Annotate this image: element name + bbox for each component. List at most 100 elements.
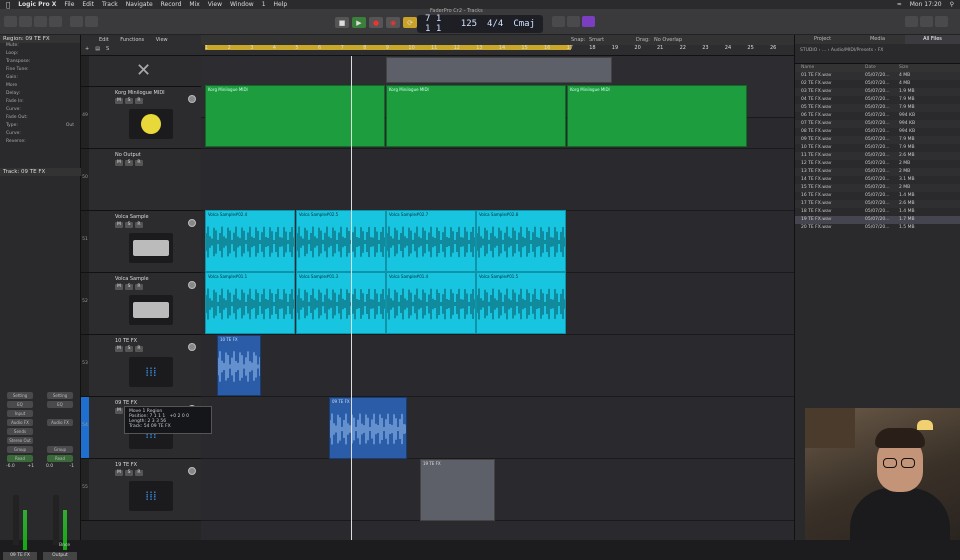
audio-region[interactable]: Volca Sample#01.5 [476,272,566,334]
fx-region-10[interactable]: 10 TE FX [217,335,261,396]
browser-path[interactable]: STUDIO › ... › Audio/MIDI/Presets › FX [795,44,960,64]
mute-button[interactable]: M [115,98,123,104]
wifi-icon[interactable]: ≈ [897,1,902,8]
ruler[interactable]: Snap: Smart Drag: No Overlap 1 2 3 4 5 6 7 8 9 10… [201,35,794,56]
file-row[interactable]: 17 TE FX.wav 05/07/20... 2.6 MB [795,200,960,208]
functions-menu[interactable]: Functions [120,37,144,43]
audio-region[interactable]: Volca Sample#02.4 [205,210,295,272]
drag-select[interactable]: No Overlap [654,37,682,43]
inspector-row[interactable]: Fade Out: [0,115,80,123]
pan-knob[interactable] [188,343,196,351]
menu-record[interactable]: Record [161,1,182,8]
track-header[interactable]: 52 Volca Sample M S R [81,273,201,335]
menu-view[interactable]: View [208,1,222,8]
midi-region[interactable]: Korg Minilogue MIDI [567,85,747,147]
solo-button[interactable]: S [125,160,133,166]
mute-button[interactable]: M [115,222,123,228]
track-header[interactable]: 51 Volca Sample M S R [81,211,201,273]
menu-1[interactable]: 1 [262,1,266,8]
menu-file[interactable]: File [64,1,74,8]
apple-icon[interactable]:  [6,1,10,9]
pan-knob[interactable] [188,95,196,103]
track-name[interactable]: Volca Sample [115,276,149,282]
file-row[interactable]: 12 TE FX.wav 05/07/20... 2 MB [795,160,960,168]
output-audio-fx[interactable]: Audio FX [47,419,73,426]
tab-media[interactable]: Media [850,35,905,44]
strip-sends[interactable]: Sends [7,428,33,435]
file-row[interactable]: 20 TE FX.wav 05/07/20... 1.5 MB [795,224,960,232]
output-eq[interactable]: EQ [47,401,73,408]
record-enable-button[interactable]: R [135,346,143,352]
track-inspector-title[interactable]: Track: 09 TE FX [0,168,81,176]
global-tracks-icon[interactable]: ▤ [95,46,100,52]
solo-button[interactable]: S [125,98,133,104]
browser-button[interactable] [935,16,948,27]
loops-button[interactable] [920,16,933,27]
record-enable-button[interactable]: R [135,98,143,104]
track-header[interactable]: 55 19 TE FX M S R ⁞⁞⁞ [81,459,201,521]
tracks-area[interactable]: Korg Minilogue MIDI Korg Minilogue MIDI … [201,56,794,540]
output-setting[interactable]: Setting [47,392,73,399]
lcd-display[interactable]: 7 1 1 1 125 4/4 Cmaj [417,14,543,34]
mute-button[interactable]: M [115,408,123,414]
notepad-button[interactable] [905,16,918,27]
file-row[interactable]: 14 TE FX.wav 05/07/20... 3.1 MB [795,176,960,184]
inspector-row[interactable]: Type: Out [0,123,80,131]
track-header[interactable]: ✕ [81,56,201,87]
inspector-row[interactable]: Mute: [0,43,80,51]
region-inspector-title[interactable]: Region: 09 TE FX [0,35,80,43]
track-name[interactable]: 19 TE FX [115,462,137,468]
inspector-button[interactable] [19,16,32,27]
record-enable-button[interactable]: R [135,470,143,476]
strip-output[interactable]: Stereo Out [7,437,33,444]
pan-knob[interactable] [188,467,196,475]
record-enable-button[interactable]: R [135,160,143,166]
menu-window[interactable]: Window [230,1,254,8]
file-row[interactable]: 16 TE FX.wav 05/07/20... 1.4 MB [795,192,960,200]
track-header[interactable]: 53 10 TE FX M S R ⁞⁞⁞ [81,335,201,397]
pan-knob[interactable] [188,219,196,227]
col-name[interactable]: Name [795,64,865,72]
file-row[interactable]: 06 TE FX.wav 05/07/20... 994 KB [795,112,960,120]
file-row[interactable]: 13 TE FX.wav 05/07/20... 2 MB [795,168,960,176]
play-button[interactable]: ▶ [352,17,366,28]
inspector-row[interactable]: Fade In: [0,99,80,107]
solo-button[interactable]: S [125,222,133,228]
strip-group[interactable]: Group [7,446,33,453]
cycle-button[interactable]: ⟳ [403,17,417,28]
snap-select[interactable]: Smart [589,37,604,43]
track-header[interactable]: 50 No Output M S R [81,149,201,211]
add-track-icon[interactable]: + [85,46,89,52]
pan-knob[interactable] [188,281,196,289]
file-row[interactable]: 11 TE FX.wav 05/07/20... 2.6 MB [795,152,960,160]
view-menu[interactable]: View [156,37,168,43]
cpu-meter[interactable] [582,16,595,27]
strip-automation[interactable]: Read [7,455,33,462]
mixer-button[interactable] [70,16,83,27]
file-row[interactable]: 02 TE FX.wav 05/07/20... 4 MB [795,80,960,88]
spotlight-icon[interactable]: ⚲ [950,1,954,8]
volume-fader[interactable] [13,495,19,545]
audio-region[interactable]: Volca Sample#01.4 [386,272,476,334]
audio-region[interactable]: Volca Sample#02.8 [476,210,566,272]
solo-button[interactable]: S [125,470,133,476]
record-enable-button[interactable]: R [135,284,143,290]
inspector-row[interactable]: Gain: [0,75,80,83]
audio-region[interactable]: Volca Sample#01.1 [205,272,295,334]
editors-button[interactable] [85,16,98,27]
help-button[interactable] [34,16,47,27]
file-row[interactable]: 03 TE FX.wav 05/07/20... 1.9 MB [795,88,960,96]
file-row[interactable]: 04 TE FX.wav 05/07/20... 7.9 MB [795,96,960,104]
record-enable-button[interactable]: R [135,222,143,228]
edit-menu[interactable]: Edit [99,37,109,43]
solo-button[interactable]: S [125,346,133,352]
midi-region[interactable]: Korg Minilogue MIDI [205,85,385,147]
file-row[interactable]: 10 TE FX.wav 05/07/20... 7.9 MB [795,144,960,152]
strip-input[interactable]: Input [7,410,33,417]
fx-region-09[interactable]: 09 TE FX [329,397,407,459]
playhead[interactable] [351,56,352,540]
toolbar-button[interactable] [49,16,62,27]
inspector-row[interactable]: Delay: [0,91,80,99]
midi-region[interactable]: Korg Minilogue MIDI [386,85,566,147]
inspector-row[interactable]: More [0,83,80,91]
